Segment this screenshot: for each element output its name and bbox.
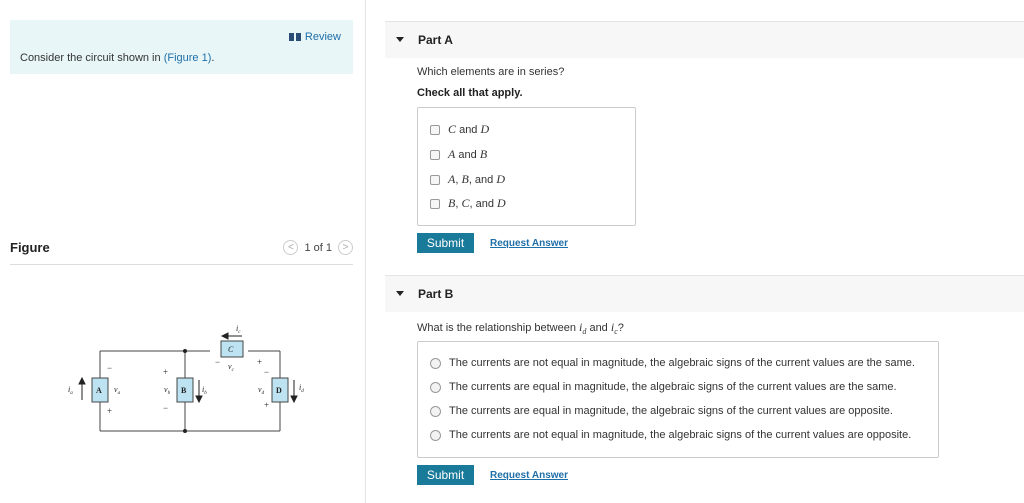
node-bottom bbox=[183, 429, 187, 433]
chevron-right-icon: > bbox=[342, 242, 349, 253]
prev-figure-button[interactable]: < bbox=[283, 240, 299, 255]
collapse-triangle-icon bbox=[396, 37, 404, 42]
pager-text: 1 of 1 bbox=[304, 241, 332, 254]
vd-minus: − bbox=[264, 367, 269, 377]
panel-divider bbox=[365, 0, 366, 503]
element-b-label: B bbox=[181, 386, 187, 395]
part-b-submit-button[interactable]: Submit bbox=[417, 465, 474, 485]
part-a-instruction: Check all that apply. bbox=[417, 87, 523, 99]
option-text: The currents are not equal in magnitude,… bbox=[449, 429, 912, 441]
left-panel: Review Consider the circuit shown in (Fi… bbox=[10, 0, 355, 503]
intro-suffix: . bbox=[211, 52, 215, 64]
vb-plus: + bbox=[163, 367, 168, 377]
part-b-option-3[interactable]: The currents are equal in magnitude, the… bbox=[430, 405, 893, 417]
vc-plus: + bbox=[257, 357, 262, 367]
circuit-diagram: A B D C ia va vb ib ic vc vd id − + + − … bbox=[68, 324, 304, 433]
radio-button[interactable] bbox=[430, 405, 441, 417]
review-label: Review bbox=[304, 31, 341, 43]
arrow-down-icon bbox=[195, 395, 203, 404]
va-label: va bbox=[114, 385, 121, 396]
va-minus: − bbox=[107, 363, 112, 373]
chevron-left-icon: < bbox=[288, 242, 294, 253]
option-text: C and D bbox=[448, 122, 490, 136]
intro-box: Review Consider the circuit shown in (Fi… bbox=[10, 20, 353, 74]
arrow-down-icon bbox=[290, 395, 298, 404]
option-text: The currents are not equal in magnitude,… bbox=[449, 357, 915, 369]
part-b-title: Part B bbox=[418, 287, 454, 301]
part-a-option-4[interactable]: B, C, and D bbox=[430, 196, 506, 211]
checkbox[interactable] bbox=[430, 174, 440, 185]
part-a-option-3[interactable]: A, B, and D bbox=[430, 172, 505, 187]
book-icon bbox=[288, 33, 301, 41]
option-text: The currents are equal in magnitude, the… bbox=[449, 381, 897, 393]
radio-button[interactable] bbox=[430, 381, 441, 393]
va-plus: + bbox=[107, 406, 112, 416]
figure-header: Figure < 1 of 1 > bbox=[10, 238, 353, 265]
part-b-option-4[interactable]: The currents are not equal in magnitude,… bbox=[430, 429, 911, 441]
vb-label: vb bbox=[164, 385, 171, 396]
radio-button[interactable] bbox=[430, 357, 441, 369]
part-a-request-answer-link[interactable]: Request Answer bbox=[490, 238, 568, 249]
part-a-header[interactable]: Part A bbox=[385, 21, 1024, 58]
vb-minus: − bbox=[163, 403, 168, 413]
option-text: A, B, and D bbox=[448, 172, 506, 186]
part-a-submit-button[interactable]: Submit bbox=[417, 233, 474, 253]
vc-label: vc bbox=[228, 362, 235, 373]
arrow-left-icon bbox=[220, 332, 229, 340]
vd-plus: + bbox=[264, 400, 269, 410]
right-panel: Part A Which elements are in series? Che… bbox=[385, 0, 1024, 503]
vd-label: vd bbox=[258, 385, 265, 396]
next-figure-button[interactable]: > bbox=[338, 240, 353, 255]
part-a-question: Which elements are in series? bbox=[417, 66, 565, 78]
option-text: The currents are equal in magnitude, the… bbox=[449, 405, 893, 417]
collapse-triangle-icon bbox=[396, 291, 404, 296]
node-top bbox=[183, 349, 187, 353]
figure-title: Figure bbox=[10, 240, 50, 255]
part-b-header[interactable]: Part B bbox=[385, 275, 1024, 312]
arrow-up-icon bbox=[78, 376, 86, 385]
part-b-option-2[interactable]: The currents are equal in magnitude, the… bbox=[430, 381, 897, 393]
element-c-label: C bbox=[228, 345, 234, 354]
element-d-label: D bbox=[276, 386, 282, 395]
part-a-option-2[interactable]: A and B bbox=[430, 147, 487, 162]
part-b-options: The currents are not equal in magnitude,… bbox=[417, 341, 939, 458]
part-a-options: C and D A and B A, B, and D B, C, and D bbox=[417, 107, 636, 226]
element-a-label: A bbox=[96, 386, 102, 395]
checkbox[interactable] bbox=[430, 124, 440, 135]
figure-pager: < 1 of 1 > bbox=[283, 240, 353, 255]
ia-label: ia bbox=[68, 385, 73, 396]
review-link[interactable]: Review bbox=[288, 31, 341, 43]
part-b-option-1[interactable]: The currents are not equal in magnitude,… bbox=[430, 357, 915, 369]
part-a-option-1[interactable]: C and D bbox=[430, 122, 489, 137]
intro-text: Consider the circuit shown in (Figure 1)… bbox=[20, 52, 214, 64]
intro-prefix: Consider the circuit shown in bbox=[20, 52, 164, 64]
checkbox[interactable] bbox=[430, 149, 440, 160]
option-text: B, C, and D bbox=[448, 196, 506, 210]
checkbox[interactable] bbox=[430, 198, 440, 209]
figure-link[interactable]: (Figure 1) bbox=[164, 52, 212, 64]
part-b-request-answer-link[interactable]: Request Answer bbox=[490, 470, 568, 481]
part-a-title: Part A bbox=[418, 33, 453, 47]
id-label: id bbox=[299, 383, 304, 394]
radio-button[interactable] bbox=[430, 429, 441, 441]
vc-minus: − bbox=[215, 357, 220, 367]
ib-label: ib bbox=[202, 385, 207, 396]
option-text: A and B bbox=[448, 147, 488, 161]
ic-label: ic bbox=[236, 324, 241, 335]
part-b-question: What is the relationship between id and … bbox=[417, 320, 624, 337]
